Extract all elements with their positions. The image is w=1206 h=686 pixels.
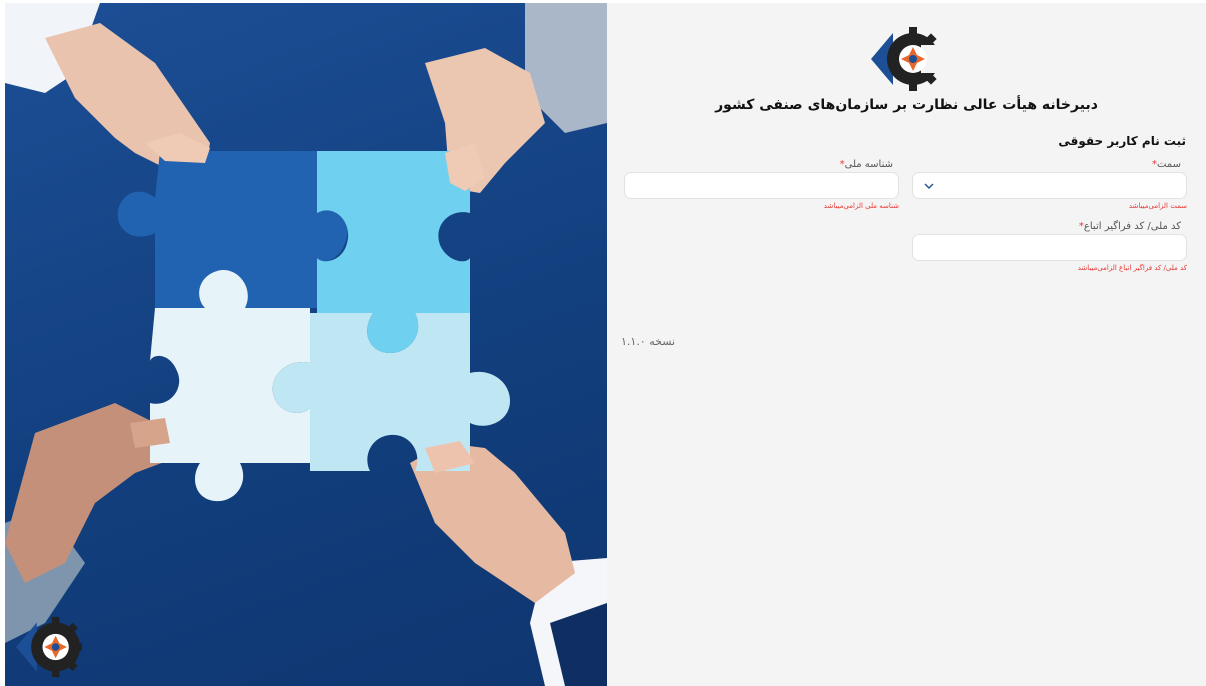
national-code-input[interactable] [913, 235, 1186, 260]
national-id-input[interactable] [625, 173, 898, 198]
national-id-label: شناسه ملی* [839, 159, 893, 170]
national-code-error: کد ملی/ کد فراگیر اتباع الزامی‌میباشد [1077, 264, 1187, 272]
form-title: ثبت نام کاربر حقوقی [1058, 134, 1186, 148]
position-error: سمت الزامی‌میباشد [1128, 202, 1187, 210]
version-label: نسخه ۱.۱.۰ [621, 335, 676, 348]
organization-title: دبیرخانه هیأت عالی نظارت بر سازمان‌های ص… [715, 97, 1098, 113]
position-label: سمت* [1152, 159, 1181, 170]
position-field: سمت* سمت الزامی‌میباشد [912, 159, 1187, 210]
national-code-label: کد ملی/ کد فراگیر اتباع* [1078, 221, 1181, 232]
hero-image-puzzle [5, 3, 607, 686]
national-code-field: کد ملی/ کد فراگیر اتباع* کد ملی/ کد فراگ… [912, 221, 1187, 272]
corner-logo-icon [13, 615, 87, 679]
national-id-error: شناسه ملی الزامی‌میباشد [823, 202, 899, 210]
chevron-down-icon[interactable] [923, 180, 935, 192]
national-id-input-box [624, 172, 899, 199]
registration-panel: دبیرخانه هیأت عالی نظارت بر سازمان‌های ص… [607, 3, 1206, 686]
national-code-input-box [912, 234, 1187, 261]
position-select[interactable] [912, 172, 1187, 199]
logo-gear-icon [869, 25, 947, 93]
national-id-field: شناسه ملی* شناسه ملی الزامی‌میباشد [624, 159, 899, 210]
